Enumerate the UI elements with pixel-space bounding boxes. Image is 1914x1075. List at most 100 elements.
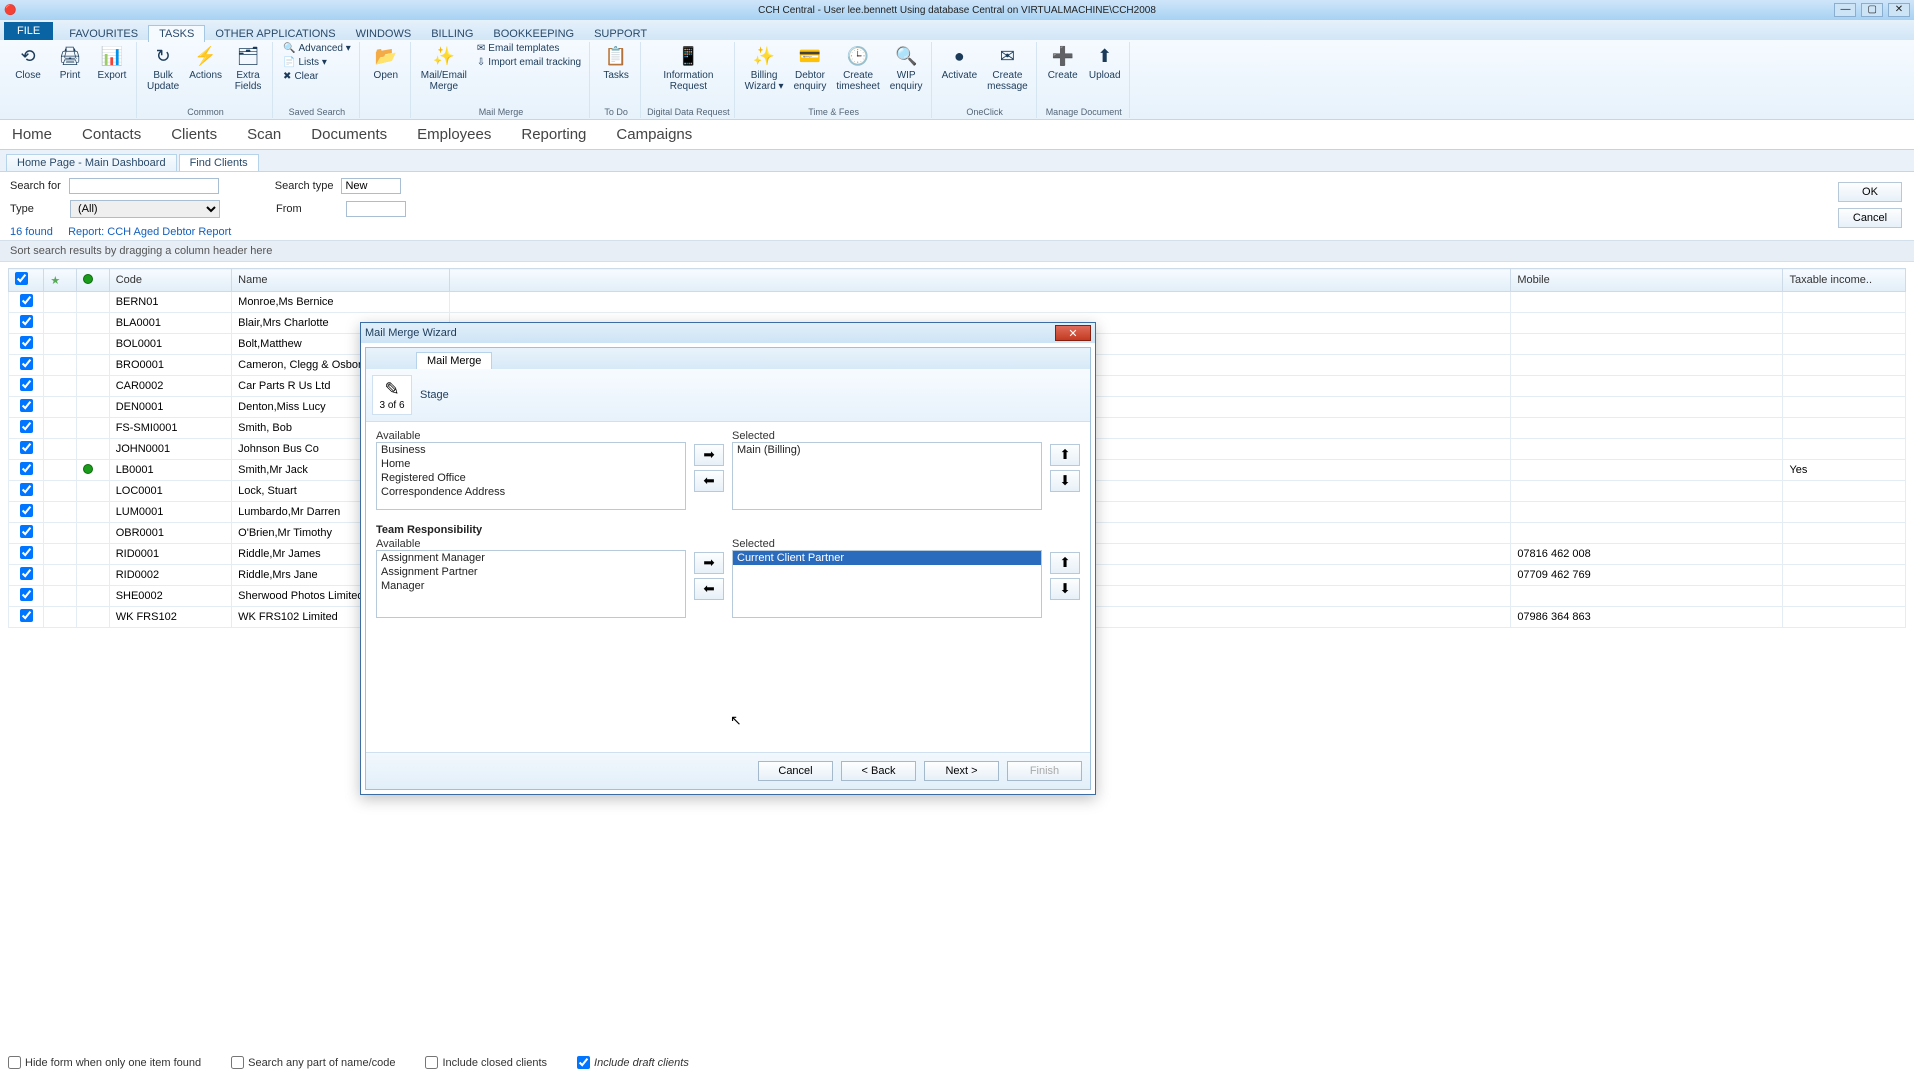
select-all-checkbox[interactable]	[15, 272, 28, 285]
ribbon-extra-fields[interactable]: 🗂ExtraFields	[228, 42, 268, 94]
wizard-finish-button[interactable]: Finish	[1007, 761, 1082, 781]
ribbon-advanced-[interactable]: 🔍 Advanced ▾	[279, 42, 355, 55]
move-right-1[interactable]: ➡	[694, 444, 724, 466]
opt-anypart[interactable]: Search any part of name/code	[231, 1056, 395, 1069]
nav-campaigns[interactable]: Campaigns	[616, 126, 692, 143]
wizard-close-button[interactable]: ✕	[1055, 325, 1091, 341]
nav-reporting[interactable]: Reporting	[521, 126, 586, 143]
move-up-2[interactable]: ⬆	[1050, 552, 1080, 574]
list-item[interactable]: Manager	[377, 579, 685, 593]
move-down-1[interactable]: ⬇	[1050, 470, 1080, 492]
col-2[interactable]	[77, 269, 110, 292]
ribbon-clear[interactable]: ✖ Clear	[279, 70, 355, 83]
wizard-titlebar[interactable]: Mail Merge Wizard ✕	[361, 323, 1095, 343]
ribbon-export[interactable]: 📊Export	[92, 42, 132, 83]
row-checkbox[interactable]	[20, 420, 33, 433]
col-5[interactable]	[449, 269, 1510, 292]
list-item[interactable]: Assignment Manager	[377, 551, 685, 565]
row-checkbox[interactable]	[20, 399, 33, 412]
menu-tab-billing[interactable]: BILLING	[421, 26, 483, 42]
ribbon-create-timesheet[interactable]: 🕒Createtimesheet	[832, 42, 883, 94]
menu-tab-windows[interactable]: WINDOWS	[346, 26, 422, 42]
ribbon-actions[interactable]: ⚡Actions	[185, 42, 226, 83]
opt-closed[interactable]: Include closed clients	[425, 1056, 547, 1069]
ribbon-tasks[interactable]: 📋Tasks	[596, 42, 636, 83]
move-up-1[interactable]: ⬆	[1050, 444, 1080, 466]
row-checkbox[interactable]	[20, 588, 33, 601]
menu-tab-support[interactable]: SUPPORT	[584, 26, 657, 42]
col-Code[interactable]: Code	[109, 269, 231, 292]
list-item[interactable]: Current Client Partner	[733, 551, 1041, 565]
row-checkbox[interactable]	[20, 294, 33, 307]
nav-documents[interactable]: Documents	[311, 126, 387, 143]
col-0[interactable]	[9, 269, 44, 292]
list-item[interactable]: Assignment Partner	[377, 565, 685, 579]
move-right-2[interactable]: ➡	[694, 552, 724, 574]
nav-employees[interactable]: Employees	[417, 126, 491, 143]
col-1[interactable]: ★	[44, 269, 77, 292]
row-checkbox[interactable]	[20, 378, 33, 391]
ribbon-mail-email-merge[interactable]: ✨Mail/EmailMerge	[417, 42, 471, 94]
nav-clients[interactable]: Clients	[171, 126, 217, 143]
maximize-button[interactable]: ▢	[1861, 3, 1883, 17]
file-tab[interactable]: FILE	[4, 22, 53, 40]
report-name[interactable]: CCH Aged Debtor Report	[107, 226, 231, 238]
ribbon-import-email-tracking[interactable]: ⇩ Import email tracking	[473, 56, 585, 69]
menu-tab-bookkeeping[interactable]: BOOKKEEPING	[483, 26, 584, 42]
wizard-cancel-button[interactable]: Cancel	[758, 761, 833, 781]
from-input[interactable]	[346, 201, 406, 217]
ribbon-debtor-enquiry[interactable]: 💳Debtorenquiry	[790, 42, 831, 94]
ribbon-create[interactable]: ➕Create	[1043, 42, 1083, 83]
ok-button[interactable]: OK	[1838, 182, 1902, 202]
ribbon-email-templates[interactable]: ✉ Email templates	[473, 42, 585, 55]
row-checkbox[interactable]	[20, 357, 33, 370]
selected-list-1[interactable]: Main (Billing)	[732, 442, 1042, 510]
nav-scan[interactable]: Scan	[247, 126, 281, 143]
col-Mobile[interactable]: Mobile	[1511, 269, 1783, 292]
ribbon-billing-wizard-[interactable]: ✨BillingWizard ▾	[741, 42, 788, 94]
move-left-1[interactable]: ⬅	[694, 470, 724, 492]
row-checkbox[interactable]	[20, 483, 33, 496]
list-item[interactable]: Registered Office	[377, 471, 685, 485]
row-checkbox[interactable]	[20, 336, 33, 349]
wizard-back-button[interactable]: < Back	[841, 761, 916, 781]
menu-tab-tasks[interactable]: TASKS	[148, 25, 205, 42]
move-down-2[interactable]: ⬇	[1050, 578, 1080, 600]
opt-hide[interactable]: Hide form when only one item found	[8, 1056, 201, 1069]
row-checkbox[interactable]	[20, 462, 33, 475]
available-list-1[interactable]: BusinessHomeRegistered OfficeCorresponde…	[376, 442, 686, 510]
pagetab-find-clients[interactable]: Find Clients	[179, 154, 259, 171]
opt-draft[interactable]: Include draft clients	[577, 1056, 689, 1069]
list-item[interactable]: Main (Billing)	[733, 443, 1041, 457]
wizard-tab-mailmerge[interactable]: Mail Merge	[416, 352, 492, 369]
row-checkbox[interactable]	[20, 567, 33, 580]
ribbon-close[interactable]: ⟲Close	[8, 42, 48, 83]
type-select[interactable]: (All)	[70, 200, 220, 218]
nav-contacts[interactable]: Contacts	[82, 126, 141, 143]
list-item[interactable]: Business	[377, 443, 685, 457]
ribbon-information-request[interactable]: 📱InformationRequest	[659, 42, 717, 94]
list-item[interactable]: Correspondence Address	[377, 485, 685, 499]
ribbon-open[interactable]: 📂Open	[366, 42, 406, 83]
nav-home[interactable]: Home	[12, 126, 52, 143]
minimize-button[interactable]: —	[1834, 3, 1856, 17]
menu-tab-favourites[interactable]: FAVOURITES	[59, 26, 148, 42]
menu-tab-other-applications[interactable]: OTHER APPLICATIONS	[205, 26, 345, 42]
list-item[interactable]: Home	[377, 457, 685, 471]
found-count[interactable]: 16 found	[10, 226, 53, 238]
available-list-2[interactable]: Assignment ManagerAssignment PartnerMana…	[376, 550, 686, 618]
wizard-next-button[interactable]: Next >	[924, 761, 999, 781]
row-checkbox[interactable]	[20, 315, 33, 328]
ribbon-activate[interactable]: ●Activate	[938, 42, 982, 83]
row-checkbox[interactable]	[20, 525, 33, 538]
ribbon-print[interactable]: 🖨Print	[50, 42, 90, 83]
row-checkbox[interactable]	[20, 546, 33, 559]
close-button[interactable]: ✕	[1888, 3, 1910, 17]
ribbon-bulk-update[interactable]: ↻BulkUpdate	[143, 42, 183, 94]
table-row[interactable]: BERN01Monroe,Ms Bernice	[9, 292, 1906, 313]
row-checkbox[interactable]	[20, 609, 33, 622]
row-checkbox[interactable]	[20, 441, 33, 454]
ribbon-create-message[interactable]: ✉Createmessage	[983, 42, 1032, 94]
selected-list-2[interactable]: Current Client Partner	[732, 550, 1042, 618]
ribbon-wip-enquiry[interactable]: 🔍WIPenquiry	[886, 42, 927, 94]
